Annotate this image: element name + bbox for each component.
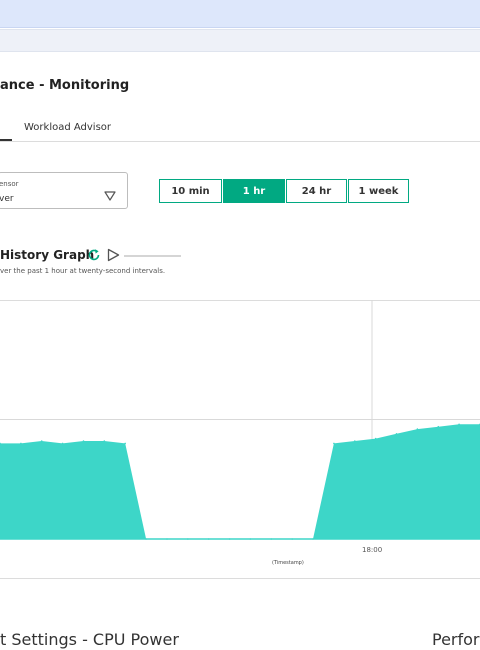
data-point	[395, 433, 398, 435]
data-point	[61, 442, 64, 445]
data-point	[145, 538, 147, 540]
graph-title: History Graph	[0, 248, 95, 262]
data-point	[291, 538, 294, 540]
sensor-select[interactable]: ensor ver	[0, 172, 128, 209]
data-point	[20, 442, 22, 445]
data-point	[82, 440, 85, 442]
sensor-value: ver	[0, 194, 14, 204]
data-point	[270, 538, 273, 540]
refresh-icon[interactable]	[87, 248, 101, 262]
data-point	[333, 442, 335, 445]
play-icon[interactable]	[107, 248, 120, 262]
data-point	[228, 538, 231, 540]
data-point	[249, 538, 252, 540]
data-point	[437, 425, 440, 428]
data-point	[354, 440, 356, 442]
page-title: ance - Monitoring	[0, 78, 130, 93]
x-tick-label: 18:00	[362, 546, 383, 554]
playback-slider[interactable]	[124, 255, 181, 257]
data-point	[416, 428, 419, 430]
x-axis-label: (Timestamp)	[272, 560, 304, 566]
data-point	[124, 442, 126, 445]
sensor-label: ensor	[0, 180, 19, 188]
data-point	[458, 423, 460, 426]
tabs-divider	[0, 141, 480, 142]
footer-performance-title: Perfor	[432, 630, 480, 649]
range-button-1hr[interactable]: 1 hr	[223, 179, 285, 203]
range-button-1week[interactable]: 1 week	[348, 179, 409, 203]
time-range-selector: 10 min 1 hr 24 hr 1 week	[159, 179, 409, 203]
data-point	[103, 440, 106, 442]
graph-subtitle: ver the past 1 hour at twenty-second int…	[0, 267, 166, 275]
chevron-down-icon	[104, 191, 116, 201]
tab-workload-advisor[interactable]: Workload Advisor	[24, 122, 111, 133]
range-button-10min[interactable]: 10 min	[159, 179, 222, 203]
range-button-24hr[interactable]: 24 hr	[286, 179, 347, 203]
secondary-bar	[0, 29, 480, 52]
data-point	[312, 538, 314, 540]
data-point	[374, 437, 377, 440]
footer-settings-title: t Settings - CPU Power	[0, 630, 179, 649]
data-point	[40, 440, 43, 442]
data-point	[166, 538, 168, 540]
top-bar	[0, 0, 480, 28]
history-chart	[0, 300, 480, 540]
data-point	[207, 538, 210, 540]
series-area	[0, 424, 480, 539]
data-point	[187, 538, 189, 540]
